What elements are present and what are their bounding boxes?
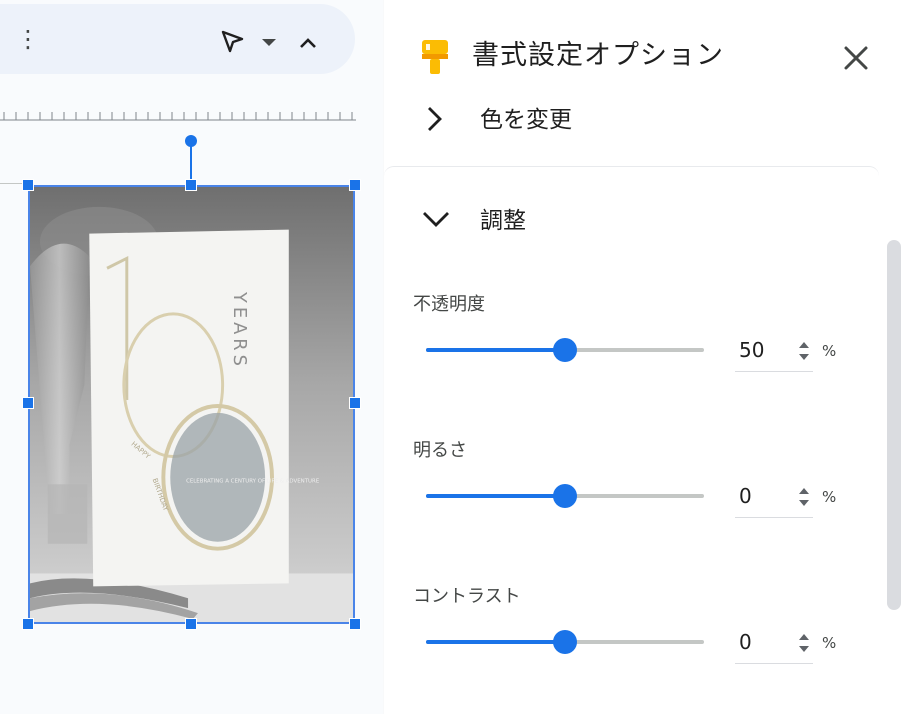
brightness-control: 明るさ 0 % (384, 438, 907, 538)
resize-handle-right[interactable] (349, 397, 361, 409)
section-divider (384, 166, 879, 180)
brightness-unit: % (822, 488, 837, 506)
opacity-label: 不透明度 (413, 294, 485, 315)
card-celebrating-text: CELEBRATING A CENTURY OF LIFE & ADVENTUR… (186, 478, 320, 484)
resize-handle-top[interactable] (185, 179, 197, 191)
chevron-right-icon (428, 107, 442, 131)
opacity-unit: % (822, 342, 837, 360)
spinner-icon[interactable] (797, 630, 811, 656)
spinner-icon[interactable] (797, 338, 811, 364)
opacity-input[interactable]: 50 (735, 330, 813, 372)
brightness-slider-thumb[interactable] (553, 484, 577, 508)
spinner-icon[interactable] (797, 484, 811, 510)
brightness-input[interactable]: 0 (735, 476, 813, 518)
brightness-slider[interactable] (426, 484, 704, 508)
contrast-control: コントラスト 0 % (384, 584, 907, 684)
paint-roller-icon (422, 40, 448, 74)
section-adjust[interactable]: 調整 (384, 195, 907, 255)
resize-handle-top-right[interactable] (349, 179, 361, 191)
contrast-slider[interactable] (426, 630, 704, 654)
resize-handle-bottom-right[interactable] (349, 618, 361, 630)
panel-header: 書式設定オプション (384, 0, 907, 100)
resize-handle-bottom[interactable] (185, 618, 197, 630)
contrast-value: 0 (739, 630, 752, 654)
selected-image[interactable]: YEARS HAPPY BIRTHDAY CELEBRATING A CENTU… (28, 185, 355, 624)
rotate-handle[interactable] (185, 135, 197, 147)
select-pointer-icon[interactable] (218, 28, 246, 56)
chevron-down-icon (423, 212, 449, 227)
opacity-slider[interactable] (426, 338, 704, 362)
document-canvas: ⋮ YEARS HAPPY BIRTHDAY CELEBRATING A CEN… (0, 0, 383, 714)
brightness-value: 0 (739, 484, 752, 508)
resize-handle-left[interactable] (22, 397, 34, 409)
birthday-card-photo: YEARS HAPPY BIRTHDAY CELEBRATING A CENTU… (30, 187, 353, 622)
section-adjust-label: 調整 (480, 208, 526, 234)
chevron-up-icon[interactable] (296, 32, 320, 54)
floating-toolbar: ⋮ (0, 4, 355, 74)
horizontal-ruler (0, 112, 356, 121)
opacity-slider-fill (426, 348, 565, 352)
opacity-value: 50 (739, 338, 765, 362)
opacity-control: 不透明度 50 % (384, 292, 907, 392)
contrast-slider-thumb[interactable] (553, 630, 577, 654)
contrast-input[interactable]: 0 (735, 622, 813, 664)
close-icon[interactable] (838, 40, 874, 76)
resize-handle-top-left[interactable] (22, 179, 34, 191)
contrast-unit: % (822, 634, 837, 652)
contrast-slider-fill (426, 640, 565, 644)
brightness-label: 明るさ (413, 440, 467, 461)
resize-handle-bottom-left[interactable] (22, 618, 34, 630)
panel-title: 書式設定オプション (472, 40, 724, 71)
opacity-slider-thumb[interactable] (553, 338, 577, 362)
section-recolor[interactable]: 色を変更 (384, 92, 907, 152)
section-recolor-label: 色を変更 (480, 107, 572, 133)
more-vert-icon[interactable]: ⋮ (16, 26, 40, 54)
card-years-text: YEARS (229, 291, 250, 370)
brightness-slider-fill (426, 494, 565, 498)
contrast-label: コントラスト (413, 586, 521, 607)
caret-down-icon[interactable] (259, 34, 279, 50)
